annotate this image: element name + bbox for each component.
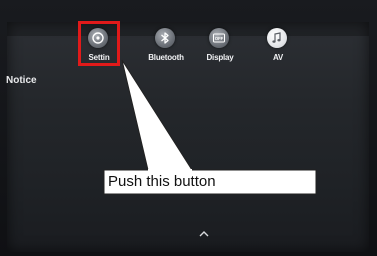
bluetooth-icon-circle (155, 28, 175, 48)
notice-heading: Notice (6, 75, 37, 86)
settings-highlight-box (78, 21, 120, 66)
bluetooth-icon (155, 28, 175, 48)
av-label: AV (272, 53, 284, 62)
display-button[interactable]: OFF Display (194, 22, 246, 74)
av-button[interactable]: AV (252, 22, 304, 74)
bluetooth-button[interactable]: Bluetooth (140, 22, 192, 74)
av-icon-circle (267, 28, 287, 48)
display-off-icon: OFF (209, 28, 229, 48)
callout-text: Push this button (108, 173, 216, 190)
display-label: Display (206, 53, 234, 62)
display-off-badge: OFF (215, 36, 224, 41)
chevron-up-icon[interactable] (199, 231, 209, 237)
music-note-icon (267, 28, 287, 48)
display-icon-circle: OFF (209, 28, 229, 48)
